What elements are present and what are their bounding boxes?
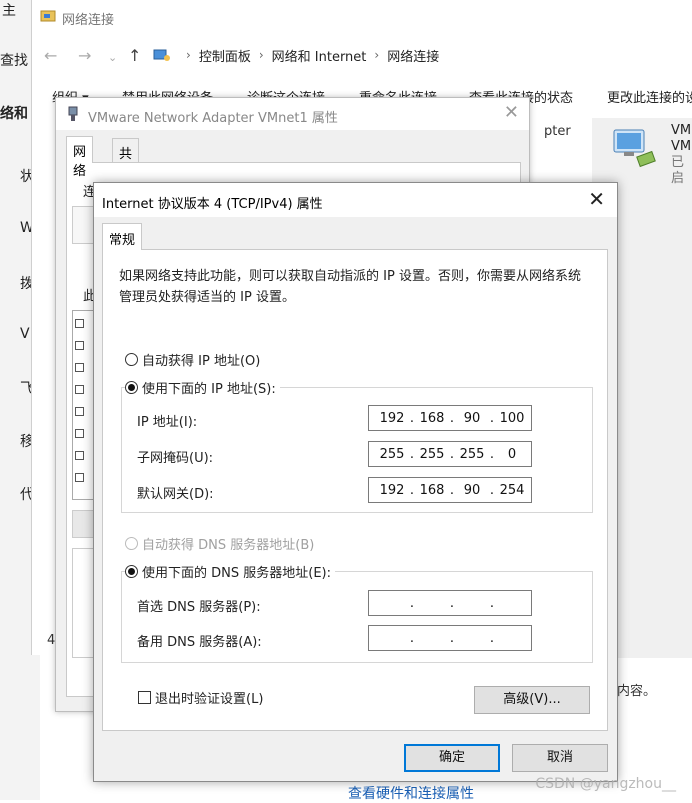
adapter-line: VM bbox=[671, 139, 692, 154]
watermark: CSDN @yangzhou__ bbox=[535, 776, 676, 792]
breadcrumb-item[interactable]: 网络连接 bbox=[387, 46, 439, 65]
ip-octet: 90 bbox=[463, 411, 481, 426]
item-checkbox[interactable] bbox=[75, 319, 84, 328]
manual-dns-label: 使用下面的 DNS 服务器地址(E): bbox=[142, 566, 331, 581]
item-checkbox[interactable] bbox=[75, 363, 84, 372]
auto-dns-radio[interactable]: 自动获得 DNS 服务器地址(B) bbox=[125, 534, 314, 553]
adapter-name-fragment[interactable]: pter bbox=[544, 124, 571, 139]
ok-button[interactable]: 确定 bbox=[404, 744, 500, 772]
gateway-octet: 90 bbox=[463, 483, 481, 498]
item-checkbox[interactable] bbox=[75, 385, 84, 394]
auto-ip-radio[interactable]: 自动获得 IP 地址(O) bbox=[125, 350, 260, 369]
item-checkbox[interactable] bbox=[75, 429, 84, 438]
back-arrow-icon[interactable]: ← bbox=[44, 46, 57, 65]
radio-indicator bbox=[125, 565, 138, 578]
settings-nav-fragment[interactable]: V bbox=[20, 326, 30, 342]
change-settings-command[interactable]: 更改此连接的设 bbox=[607, 87, 692, 106]
ip-octet: 168 bbox=[419, 411, 445, 426]
advanced-button[interactable]: 高级(V)... bbox=[474, 686, 590, 714]
recent-chevron-down-icon[interactable]: ⌄ bbox=[108, 51, 117, 64]
explorer-navbar: ← → ⌄ ↑ › 控制面板 › 网络和 Internet › 网络连接 bbox=[32, 38, 692, 72]
explorer-title: 网络连接 bbox=[62, 13, 115, 28]
tab-general[interactable]: 常规 bbox=[102, 223, 143, 250]
up-arrow-icon[interactable]: ↑ bbox=[128, 46, 141, 65]
network-folder-icon bbox=[40, 10, 56, 22]
settings-heading-fragment: 络和 bbox=[0, 106, 28, 122]
manual-dns-radio[interactable]: 使用下面的 DNS 服务器地址(E): bbox=[125, 562, 335, 581]
vmnet1-titlebar: VMware Network Adapter VMnet1 属性 ✕ bbox=[56, 98, 529, 130]
alternate-dns-field[interactable]: . . . bbox=[368, 625, 532, 651]
auto-dns-label: 自动获得 DNS 服务器地址(B) bbox=[142, 538, 315, 553]
preferred-dns-label: 首选 DNS 服务器(P): bbox=[137, 600, 261, 615]
item-checkbox[interactable] bbox=[75, 407, 84, 416]
forward-arrow-icon[interactable]: → bbox=[78, 46, 91, 65]
general-tab-panel: 如果网络支持此功能，则可以获取自动指派的 IP 设置。否则，你需要从网络系统管理… bbox=[102, 249, 608, 731]
ipv4-properties-dialog: Internet 协议版本 4 (TCP/IPv4) 属性 ✕ 常规 如果网络支… bbox=[93, 182, 618, 782]
ip-octet: 100 bbox=[499, 411, 525, 426]
close-icon[interactable]: ✕ bbox=[588, 188, 605, 210]
breadcrumb-item[interactable]: 控制面板 bbox=[199, 46, 251, 65]
adapter-status: 已启 bbox=[671, 155, 685, 186]
tab-network[interactable]: 网络 bbox=[66, 136, 94, 179]
control-panel-icon bbox=[153, 49, 170, 61]
preferred-dns-field[interactable]: . . . bbox=[368, 590, 532, 616]
breadcrumb[interactable]: › 控制面板 › 网络和 Internet › 网络连接 bbox=[152, 38, 439, 72]
alternate-dns-label: 备用 DNS 服务器(A): bbox=[137, 635, 262, 650]
validate-on-exit-checkbox[interactable]: 退出时验证设置(L) bbox=[138, 688, 263, 707]
network-adapter-icon[interactable] bbox=[612, 124, 658, 170]
description-fragment: 内容。 bbox=[617, 684, 657, 699]
gateway-octet: 192 bbox=[379, 483, 405, 498]
ip-address-label: IP 地址(I): bbox=[137, 415, 198, 430]
adapter-line: VM bbox=[671, 123, 692, 138]
subnet-mask-field[interactable]: 255 . 255 . 255 . 0 bbox=[368, 441, 532, 467]
ip-address-field[interactable]: 192 . 168 . 90 . 100 bbox=[368, 405, 532, 431]
ip-dot: . bbox=[489, 631, 495, 646]
hardware-properties-link[interactable]: 查看硬件和连接属性 bbox=[348, 783, 474, 803]
mask-octet: 0 bbox=[507, 447, 517, 462]
manual-ip-label: 使用下面的 IP 地址(S): bbox=[142, 382, 276, 397]
manual-ip-radio[interactable]: 使用下面的 IP 地址(S): bbox=[125, 378, 280, 397]
mask-octet: 255 bbox=[379, 447, 405, 462]
breadcrumb-separator-icon: › bbox=[258, 48, 264, 62]
settings-fragment: 主 bbox=[2, 3, 16, 19]
gateway-octet: 168 bbox=[419, 483, 445, 498]
gateway-label: 默认网关(D): bbox=[137, 487, 214, 502]
ip-dot: . bbox=[409, 631, 415, 646]
mask-octet: 255 bbox=[419, 447, 445, 462]
ip-octet: 192 bbox=[379, 411, 405, 426]
breadcrumb-separator-icon: › bbox=[374, 48, 380, 62]
vmnet1-title: VMware Network Adapter VMnet1 属性 bbox=[88, 111, 338, 126]
tab-sharing[interactable]: 共享 bbox=[112, 138, 140, 181]
explorer-titlebar: 网络连接 bbox=[32, 0, 692, 34]
gateway-octet: 254 bbox=[499, 483, 525, 498]
subnet-mask-label: 子网掩码(U): bbox=[137, 451, 214, 466]
settings-search-fragment[interactable]: 查找 bbox=[0, 50, 28, 70]
radio-indicator bbox=[125, 353, 138, 366]
ipv4-title: Internet 协议版本 4 (TCP/IPv4) 属性 bbox=[102, 197, 323, 212]
description-text: 如果网络支持此功能，则可以获取自动指派的 IP 设置。否则，你需要从网络系统管理… bbox=[119, 269, 581, 305]
auto-ip-label: 自动获得 IP 地址(O) bbox=[142, 354, 261, 369]
gateway-field[interactable]: 192 . 168 . 90 . 254 bbox=[368, 477, 532, 503]
close-icon[interactable]: ✕ bbox=[504, 102, 519, 123]
adapter-list-item[interactable]: VM VM 已启 bbox=[671, 123, 692, 187]
radio-indicator bbox=[125, 381, 138, 394]
mask-octet: 255 bbox=[459, 447, 485, 462]
ip-dot: . bbox=[449, 631, 455, 646]
checkbox-indicator bbox=[138, 691, 151, 704]
ip-dot: . bbox=[409, 596, 415, 611]
cancel-button[interactable]: 取消 bbox=[512, 744, 608, 772]
item-checkbox[interactable] bbox=[75, 473, 84, 482]
breadcrumb-separator-icon: › bbox=[186, 48, 191, 62]
breadcrumb-item[interactable]: 网络和 Internet bbox=[272, 46, 367, 65]
item-checkbox[interactable] bbox=[75, 341, 84, 350]
item-checkbox[interactable] bbox=[75, 451, 84, 460]
ip-dot: . bbox=[489, 596, 495, 611]
ipv4-titlebar: Internet 协议版本 4 (TCP/IPv4) 属性 ✕ bbox=[94, 183, 617, 217]
adapter-plug-icon bbox=[68, 106, 78, 121]
ip-dot: . bbox=[449, 596, 455, 611]
validate-on-exit-label: 退出时验证设置(L) bbox=[155, 692, 264, 707]
radio-indicator bbox=[125, 537, 138, 550]
